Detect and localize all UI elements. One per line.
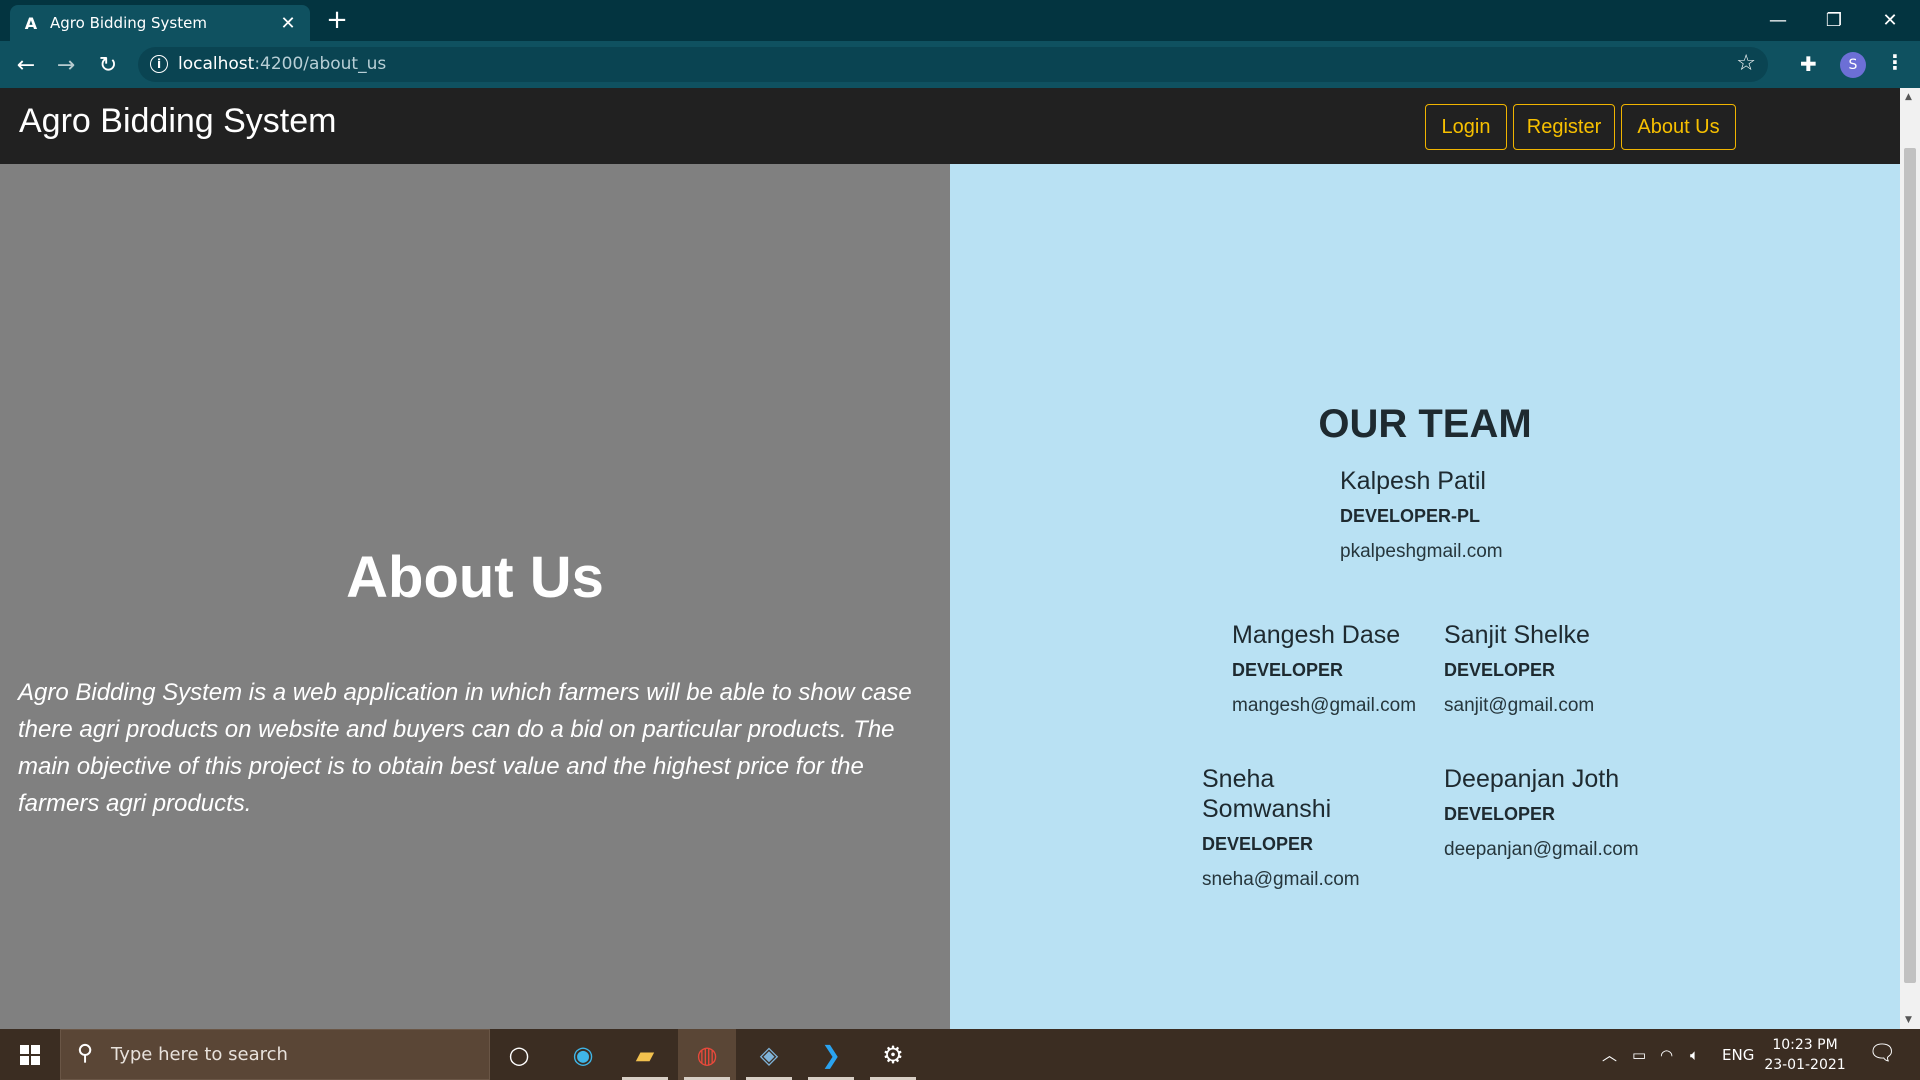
url-text: localhost:4200/about_us [178,54,387,74]
start-button[interactable] [0,1029,60,1080]
browser-tab[interactable]: A Agro Bidding System ✕ [10,5,310,41]
volume-icon[interactable]: 🔈︎ [1690,1029,1699,1080]
restore-button[interactable]: ❐ [1806,0,1862,41]
battery-icon[interactable]: ▭ [1632,1029,1646,1080]
member-name: Sanjit Shelke [1444,621,1590,649]
scroll-up-icon[interactable]: ▲ [1905,92,1912,102]
about-us-button[interactable]: About Us [1621,104,1736,150]
about-description: Agro Bidding System is a web application… [18,679,912,817]
member-role: DEVELOPER [1232,660,1344,680]
close-tab-icon[interactable]: ✕ [278,13,298,34]
page-scrollbar[interactable]: ▲ ▼ [1900,88,1920,1029]
clock-time: 10:23 PM [1772,1037,1838,1053]
about-heading: About Us [346,545,604,610]
language-indicator[interactable]: ENG [1722,1029,1754,1080]
member-name: Deepanjan Joth [1444,765,1620,793]
member-email: sanjit@gmail.com [1444,695,1595,716]
app-navbar: Agro Bidding System Login Register About… [0,88,1900,164]
team-member-card: Sanjit Shelke DEVELOPER sanjit@gmail.com [1444,620,1594,717]
browser-toolbar: ← → ↻ i localhost:4200/about_us ☆ [0,41,1920,88]
windows-logo-icon [20,1044,40,1065]
scrollbar-thumb[interactable] [1904,148,1916,983]
member-name: Sneha Somwanshi [1202,765,1332,823]
extensions-puzzle-icon[interactable]: ✚ [1800,52,1817,76]
tab-title: Agro Bidding System [50,14,207,32]
register-button[interactable]: Register [1513,104,1615,150]
search-placeholder: Type here to search [111,1044,288,1065]
file-explorer-icon[interactable]: ▰ [616,1029,674,1080]
reload-icon[interactable]: ↻ [92,49,124,81]
team-heading: OUR TEAM [1318,402,1532,446]
member-role: DEVELOPER [1444,660,1556,680]
search-icon: ⚲ [77,1041,94,1066]
member-email: pkalpeshgmail.com [1340,541,1503,562]
minimize-button[interactable]: — [1750,0,1806,41]
team-member-card: Deepanjan Joth DEVELOPER deepanjan@gmail… [1444,764,1639,861]
team-member-card: Sneha Somwanshi DEVELOPER sneha@gmail.co… [1202,764,1362,891]
bookmark-star-icon[interactable]: ☆ [1736,51,1756,76]
team-member-card: Mangesh Dase DEVELOPER mangesh@gmail.com [1232,620,1416,717]
new-tab-button[interactable]: + [322,6,352,36]
show-hidden-icons-chevron-icon[interactable]: ︿ [1602,1029,1617,1080]
member-email: sneha@gmail.com [1202,869,1360,890]
member-role: DEVELOPER [1444,804,1556,824]
login-button[interactable]: Login [1425,104,1507,150]
profile-avatar[interactable]: S [1840,52,1866,78]
edge-icon[interactable]: ◉ [554,1029,612,1080]
team-member-card: Kalpesh Patil DEVELOPER-PL pkalpeshgmail… [1340,466,1503,563]
browser-menu-icon[interactable]: ⋮ [1885,50,1905,74]
mysql-workbench-icon[interactable]: ◈ [740,1029,798,1080]
team-section: OUR TEAM Kalpesh Patil DEVELOPER-PL pkal… [950,164,1900,1029]
brand-title[interactable]: Agro Bidding System [19,102,337,141]
close-window-button[interactable]: ✕ [1862,0,1918,41]
address-bar[interactable]: i localhost:4200/about_us ☆ [138,47,1768,82]
wifi-icon[interactable]: ◠ [1660,1029,1673,1080]
back-arrow-icon[interactable]: ← [10,49,42,81]
page-viewport: Agro Bidding System Login Register About… [0,88,1900,1029]
clock-date: 23-01-2021 [1764,1057,1846,1073]
member-role: DEVELOPER-PL [1340,506,1481,526]
site-info-icon[interactable]: i [150,55,168,73]
notification-center-icon[interactable]: 🗨︎ [1868,1041,1896,1066]
windows-taskbar: ⚲ Type here to search ○ ◉ ▰ ◍ ◈ ❯ ⚙ ︿ ▭ … [0,1029,1920,1080]
member-name: Mangesh Dase [1232,621,1401,649]
cortana-icon[interactable]: ○ [490,1029,548,1080]
member-role: DEVELOPER [1202,834,1314,854]
scroll-down-icon[interactable]: ▼ [1905,1015,1912,1025]
vscode-icon[interactable]: ❯ [802,1029,860,1080]
system-clock[interactable]: 10:23 PM 23-01-2021 [1760,1035,1850,1075]
angular-favicon-icon: A [24,13,38,33]
taskbar-search-box[interactable]: ⚲ Type here to search [60,1029,490,1080]
chrome-icon[interactable]: ◍ [678,1029,736,1080]
member-name: Kalpesh Patil [1340,467,1486,495]
member-email: mangesh@gmail.com [1232,695,1417,716]
forward-arrow-icon[interactable]: → [50,49,82,81]
about-section: About Us Agro Bidding System is a web ap… [0,164,950,1029]
settings-gear-icon[interactable]: ⚙ [864,1029,922,1080]
member-email: deepanjan@gmail.com [1444,839,1639,860]
browser-tabstrip: A Agro Bidding System ✕ + — ❐ ✕ [0,0,1920,41]
